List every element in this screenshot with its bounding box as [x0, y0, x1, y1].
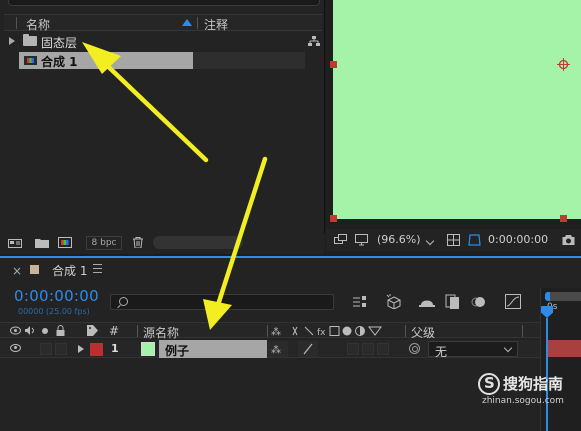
monitor-icon[interactable]	[355, 234, 368, 246]
graph-editor-icon[interactable]	[505, 294, 521, 309]
project-item-composition[interactable]: 合成 1	[4, 52, 322, 69]
grid-guides-icon[interactable]	[447, 234, 460, 246]
layer-shy-switch[interactable]: ⁂	[268, 341, 288, 357]
project-bpc-button[interactable]: 8 bpc	[86, 236, 122, 250]
row-comment-cell	[193, 52, 305, 69]
frame-count-fps: 00000 (25.00 fps)	[18, 307, 90, 316]
composition-color-swatch	[30, 265, 39, 274]
chevron-down-icon[interactable]	[503, 343, 513, 353]
timeline-search-input[interactable]	[110, 294, 334, 310]
always-preview-icon[interactable]	[334, 234, 347, 246]
chevron-down-icon[interactable]	[425, 236, 435, 246]
mask-visibility-icon[interactable]	[468, 234, 481, 246]
composition-viewer: (96.6%) 0:00:00:00	[326, 0, 581, 254]
layer-duration-bar[interactable]	[548, 340, 581, 357]
column-divider[interactable]	[405, 325, 406, 337]
panel-menu-icon[interactable]	[93, 264, 102, 273]
composition-icon	[23, 55, 38, 66]
project-item-label: 固态层	[41, 36, 78, 50]
current-time-indicator-head[interactable]	[541, 306, 553, 318]
lock-icon[interactable]	[56, 325, 65, 336]
layer-lock-toggle[interactable]	[55, 343, 67, 355]
watermark-brand: 搜狗指南	[503, 375, 564, 393]
column-name[interactable]: 名称	[26, 16, 50, 33]
column-divider[interactable]	[16, 17, 17, 29]
layer-switch-box[interactable]	[377, 343, 389, 355]
label-tag-icon[interactable]	[87, 325, 98, 336]
search-icon	[119, 297, 128, 306]
timeline-track-area[interactable]: 0s	[540, 288, 581, 431]
layer-label-color-swatch[interactable]	[90, 343, 103, 356]
project-item-label: 合成 1	[41, 55, 78, 69]
timeline-column-header: # 源名称 ⁂ fx 父级	[0, 322, 540, 341]
video-eye-icon[interactable]	[10, 326, 21, 335]
close-tab-icon[interactable]: ×	[12, 264, 22, 278]
composition-canvas[interactable]	[333, 0, 581, 219]
solo-dot-icon[interactable]	[42, 328, 48, 334]
column-number[interactable]: #	[109, 324, 119, 338]
folder-icon	[23, 34, 37, 46]
interpret-footage-icon[interactable]	[8, 237, 22, 248]
work-area-bar[interactable]	[545, 292, 581, 301]
parent-dropdown[interactable]: 无	[428, 341, 518, 359]
svg-text:⁂: ⁂	[271, 326, 281, 337]
expand-arrow-icon[interactable]	[9, 37, 15, 45]
parent-pick-whip-icon[interactable]	[409, 343, 420, 354]
anchor-point-icon[interactable]	[557, 58, 570, 71]
flowchart-icon[interactable]	[308, 36, 320, 47]
sogou-logo-icon	[478, 373, 500, 395]
project-horizontal-scrollbar[interactable]	[153, 236, 243, 249]
svg-text:fx: fx	[317, 328, 326, 337]
viewer-toolbar: (96.6%) 0:00:00:00	[326, 229, 581, 251]
layer-quality-switch[interactable]	[298, 341, 318, 357]
magnification-dropdown[interactable]: (96.6%)	[377, 233, 421, 246]
quality-slash-icon	[303, 343, 313, 355]
layer-visibility-eye-icon[interactable]	[10, 344, 21, 352]
current-time-display[interactable]: 0:00:00:00	[14, 287, 99, 305]
parent-selected-value: 无	[435, 345, 448, 359]
project-item-solids-folder[interactable]: 固态层	[4, 33, 322, 50]
layer-switches-icons[interactable]: ⁂ fx	[271, 325, 405, 337]
layer-switch-box[interactable]	[347, 343, 359, 355]
new-folder-icon[interactable]	[35, 237, 49, 248]
shy-layers-icon[interactable]	[419, 294, 435, 309]
watermark-url: zhinan.sogou.com	[482, 396, 564, 406]
svg-text:⁂: ⁂	[271, 344, 281, 356]
column-source-name[interactable]: 源名称	[143, 324, 179, 341]
project-search-field[interactable]	[8, 0, 320, 6]
layer-name[interactable]: 例子	[165, 342, 189, 359]
draft-3d-icon[interactable]	[386, 294, 402, 309]
audio-speaker-icon[interactable]	[25, 326, 35, 335]
new-composition-icon[interactable]	[58, 237, 72, 248]
project-panel: 名称 注释 固态层 合成 1 8 bpc	[0, 0, 325, 254]
column-divider[interactable]	[522, 325, 523, 337]
project-footer-toolbar: 8 bpc	[0, 233, 325, 253]
layer-handle-bottom-right[interactable]	[560, 215, 567, 222]
column-comment[interactable]: 注释	[204, 16, 228, 33]
frame-blending-icon[interactable]	[445, 294, 461, 309]
column-divider[interactable]	[137, 325, 138, 337]
camera-snapshot-icon[interactable]	[562, 234, 575, 246]
project-column-header: 名称 注释	[4, 14, 322, 33]
motion-blur-icon[interactable]	[471, 294, 487, 309]
viewer-current-time[interactable]: 0:00:00:00	[488, 233, 548, 246]
timeline-tab-title[interactable]: 合成 1	[52, 262, 87, 279]
trash-icon[interactable]	[131, 237, 145, 248]
composition-mini-flowchart-icon[interactable]	[352, 294, 368, 309]
layer-handle-left-mid[interactable]	[330, 61, 337, 68]
layer-solo-toggle[interactable]	[40, 343, 52, 355]
column-divider[interactable]	[267, 325, 268, 337]
layer-row[interactable]: 1 例子 ⁂ 无	[0, 340, 540, 359]
layer-handle-bottom-left[interactable]	[330, 215, 337, 222]
layer-switch-box[interactable]	[362, 343, 374, 355]
layer-number: 1	[111, 342, 119, 355]
column-divider[interactable]	[197, 17, 198, 29]
shy-switch-icon: ⁂	[271, 344, 281, 356]
solid-layer-icon	[141, 342, 155, 356]
layer-expand-arrow-icon[interactable]	[78, 345, 84, 353]
sort-ascending-icon[interactable]	[182, 19, 192, 26]
column-parent[interactable]: 父级	[411, 324, 435, 341]
